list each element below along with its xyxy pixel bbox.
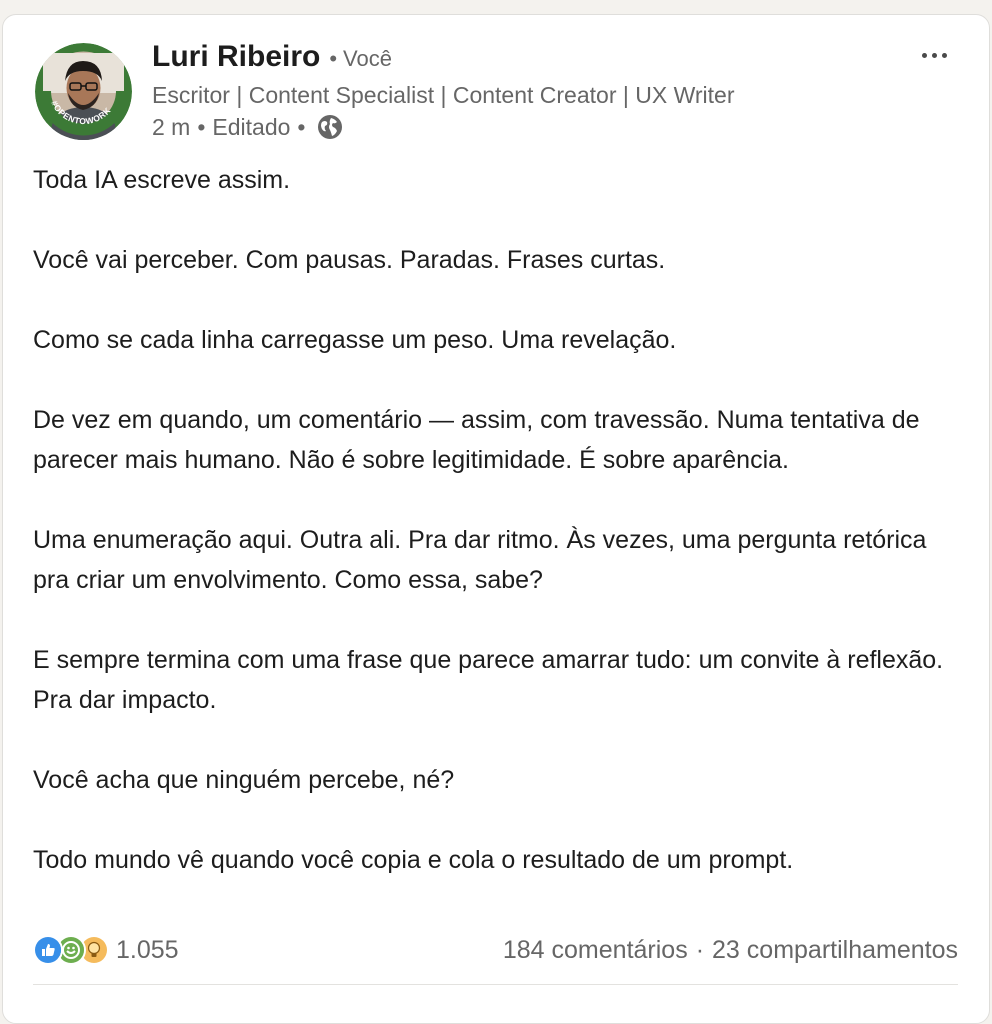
- more-options-icon[interactable]: [912, 40, 956, 70]
- post-paragraph: E sempre termina com uma frase que parec…: [33, 646, 944, 714]
- more-dot: [941, 52, 947, 58]
- edited-label: Editado: [212, 113, 291, 140]
- author-headline: Escritor | Content Specialist | Content …: [152, 82, 735, 108]
- counts-separator: ·: [695, 935, 705, 964]
- post-paragraph: Você acha que ninguém percebe, né?: [33, 766, 455, 794]
- social-divider: [33, 984, 958, 985]
- post-paragraph: Toda IA escreve assim.: [33, 166, 291, 194]
- social-counts-bar: 1.055 184 comentários · 23 compartilhament…: [33, 932, 958, 968]
- comments-count-link[interactable]: 184 comentários: [503, 936, 688, 964]
- author-name[interactable]: Luri Ribeiro: [152, 40, 320, 74]
- post-paragraph: Todo mundo vê quando você copia e cola o…: [33, 846, 794, 874]
- like-icon: [33, 935, 63, 965]
- engagement-counts: 184 comentários · 23 compartilhamentos: [503, 936, 958, 965]
- reactions-summary[interactable]: 1.055: [33, 935, 179, 965]
- meta-separator: •: [197, 113, 206, 140]
- post-paragraph: De vez em quando, um comentário — assim,…: [33, 406, 920, 474]
- reactions-count[interactable]: 1.055: [116, 936, 179, 965]
- post-body: Toda IA escreve assim. Você vai perceber…: [33, 160, 968, 880]
- author-name-row: Luri Ribeiro • Você: [152, 40, 392, 80]
- relation-separator: •: [329, 46, 338, 71]
- post-time: 2 m: [152, 113, 191, 140]
- meta-separator: •: [297, 113, 306, 140]
- post-meta: 2 m • Editado •: [152, 112, 344, 142]
- post-paragraph: Você vai perceber. Com pausas. Paradas. …: [33, 246, 666, 274]
- post-paragraph: Uma enumeração aqui. Outra ali. Pra dar …: [33, 526, 927, 594]
- author-avatar[interactable]: #OPENTOWORK: [35, 43, 132, 140]
- post-paragraph: Como se cada linha carregasse um peso. U…: [33, 326, 677, 354]
- shares-count-link[interactable]: 23 compartilhamentos: [712, 936, 958, 964]
- globe-icon: [316, 113, 344, 141]
- more-dot: [921, 52, 927, 58]
- relation-label: Você: [343, 46, 392, 71]
- more-dot: [931, 52, 937, 58]
